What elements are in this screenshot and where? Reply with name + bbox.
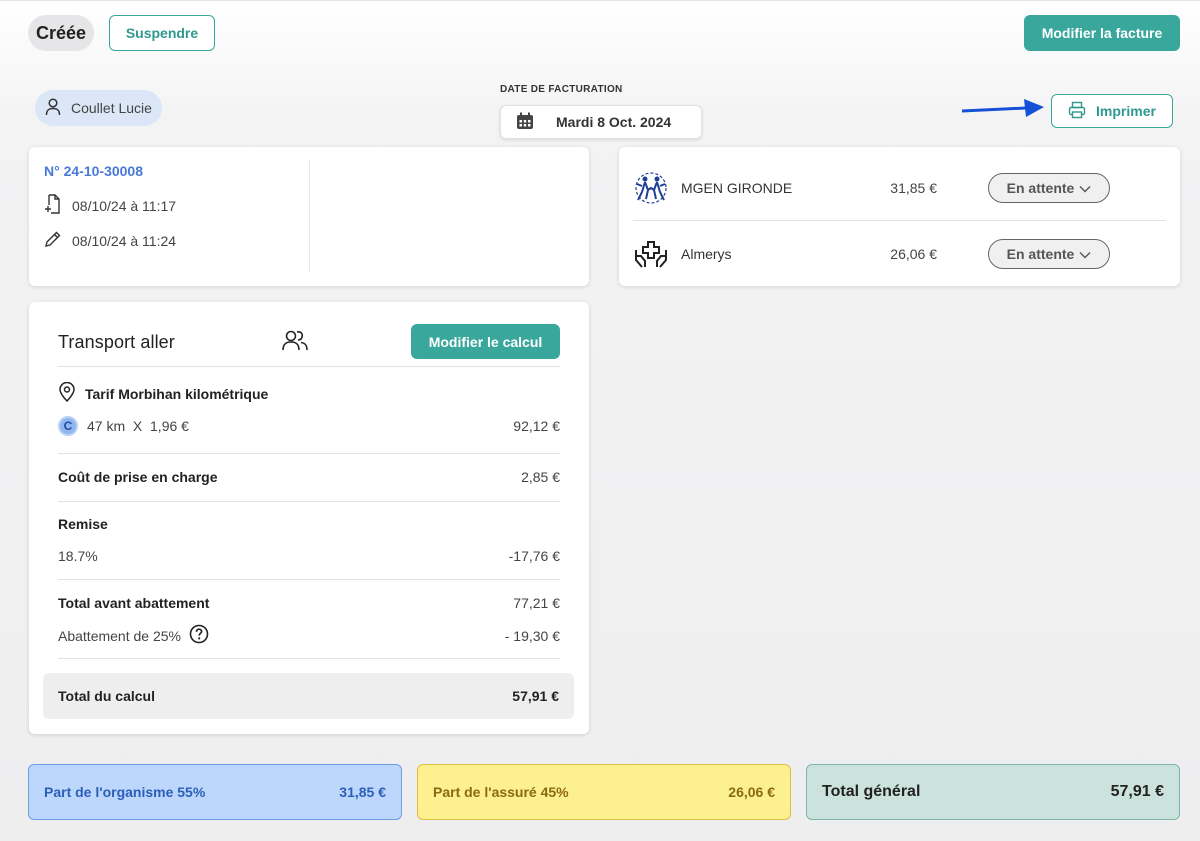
- payer-row: MGEN GIRONDE 31,85 € En attente: [633, 155, 1166, 221]
- modify-invoice-button[interactable]: Modifier la facture: [1024, 15, 1180, 51]
- suspend-button[interactable]: Suspendre: [109, 15, 215, 51]
- modified-row: 08/10/24 à 11:24: [44, 230, 176, 251]
- abatement-amount: - 19,30 €: [504, 627, 560, 644]
- patient-name: Coullet Lucie: [71, 100, 152, 116]
- modified-datetime: 08/10/24 à 11:24: [72, 232, 177, 249]
- chevron-down-icon: [1079, 246, 1091, 262]
- modify-calc-button[interactable]: Modifier le calcul: [411, 324, 560, 359]
- pre-abatement-amount: 77,21 €: [513, 595, 560, 611]
- payer-status-label: En attente: [1006, 246, 1075, 262]
- grand-total-box: Total général 57,91 €: [806, 764, 1180, 820]
- print-label: Imprimer: [1096, 103, 1156, 119]
- divider: [58, 501, 560, 502]
- billing-date-value: Mardi 8 Oct. 2024: [556, 114, 672, 130]
- top-border: [0, 0, 1200, 1]
- almerys-hands-icon: [633, 236, 669, 272]
- payer-name: Almerys: [681, 246, 732, 262]
- chevron-down-icon: [1079, 180, 1091, 196]
- help-icon[interactable]: [189, 624, 209, 647]
- tariff-name: Tarif Morbihan kilométrique: [85, 385, 269, 402]
- billing-date-picker[interactable]: Mardi 8 Oct. 2024: [500, 105, 702, 139]
- payer-row: Almerys 26,06 € En attente: [633, 221, 1166, 287]
- payer-status-dropdown[interactable]: En attente: [988, 173, 1110, 203]
- payer-amount: 31,85 €: [890, 180, 937, 196]
- arrow-pointer-icon: [961, 99, 1044, 117]
- tariff-row: Tarif Morbihan kilométrique: [58, 381, 560, 405]
- transport-calc-card: Transport aller Modifier le calcul Tarif…: [29, 302, 589, 734]
- payer-name: MGEN GIRONDE: [681, 180, 793, 196]
- print-button[interactable]: Imprimer: [1051, 94, 1173, 128]
- insured-share-box: Part de l'assuré 45% 26,06 €: [417, 764, 791, 820]
- pickup-row: Coût de prise en charge 2,85 €: [58, 469, 560, 485]
- abatement-row: Abattement de 25% - 19,30 €: [58, 624, 560, 647]
- grand-total-label: Total général: [822, 783, 921, 800]
- divider: [58, 579, 560, 580]
- created-datetime: 08/10/24 à 11:17: [72, 197, 177, 214]
- pre-abatement-label: Total avant abattement: [58, 595, 210, 611]
- organism-share-amount: 31,85 €: [339, 784, 386, 800]
- insured-share-amount: 26,06 €: [728, 784, 775, 800]
- payer-amount: 26,06 €: [890, 246, 937, 262]
- transport-title: Transport aller: [58, 332, 175, 352]
- invoice-info-card: N° 24-10-30008 08/10/24 à 11:17 08/10/24…: [29, 147, 589, 286]
- insured-share-label: Part de l'assuré 45%: [433, 784, 569, 800]
- discount-row: 18.7% -17,76 €: [58, 548, 560, 564]
- users-group-icon: [281, 329, 309, 358]
- invoice-number[interactable]: N° 24-10-30008: [44, 163, 143, 179]
- user-icon: [45, 97, 61, 119]
- patient-chip[interactable]: Coullet Lucie: [35, 90, 162, 126]
- payers-card: MGEN GIRONDE 31,85 € En attente Almerys …: [619, 147, 1180, 286]
- divider: [58, 453, 560, 454]
- pencil-icon: [44, 230, 62, 251]
- calc-total-amount: 57,91 €: [512, 688, 559, 704]
- pickup-label: Coût de prise en charge: [58, 469, 218, 485]
- distance-calc: 47 km X 1,96 €: [87, 418, 189, 434]
- status-badge: Créée: [28, 15, 95, 51]
- pickup-amount: 2,85 €: [521, 469, 560, 485]
- file-add-icon: [44, 194, 62, 217]
- date-label: DATE DE FACTURATION: [500, 84, 623, 95]
- location-pin-icon: [58, 381, 76, 405]
- discount-header-row: Remise: [58, 516, 560, 532]
- organism-share-box: Part de l'organisme 55% 31,85 €: [28, 764, 402, 820]
- organism-share-label: Part de l'organisme 55%: [44, 784, 206, 800]
- divider: [58, 366, 560, 367]
- pre-abatement-row: Total avant abattement 77,21 €: [58, 595, 560, 611]
- grand-total-amount: 57,91 €: [1110, 783, 1164, 800]
- distance-row: C 47 km X 1,96 € 92,12 €: [58, 416, 560, 436]
- created-row: 08/10/24 à 11:17: [44, 194, 176, 217]
- calc-total-label: Total du calcul: [58, 688, 155, 704]
- abatement-label: Abattement de 25%: [58, 627, 181, 644]
- divider: [58, 658, 560, 659]
- vertical-divider: [309, 161, 310, 271]
- payer-status-label: En attente: [1006, 180, 1075, 196]
- calendar-icon: [516, 112, 534, 133]
- payer-status-dropdown[interactable]: En attente: [988, 239, 1110, 269]
- mgen-logo-icon: [633, 170, 669, 206]
- printer-icon: [1068, 101, 1086, 122]
- distance-amount: 92,12 €: [513, 418, 560, 434]
- calc-total-row: Total du calcul 57,91 €: [43, 673, 574, 719]
- discount-amount: -17,76 €: [508, 548, 560, 564]
- rate-code-badge: C: [58, 416, 78, 436]
- discount-pct: 18.7%: [58, 548, 98, 564]
- discount-label: Remise: [58, 516, 108, 532]
